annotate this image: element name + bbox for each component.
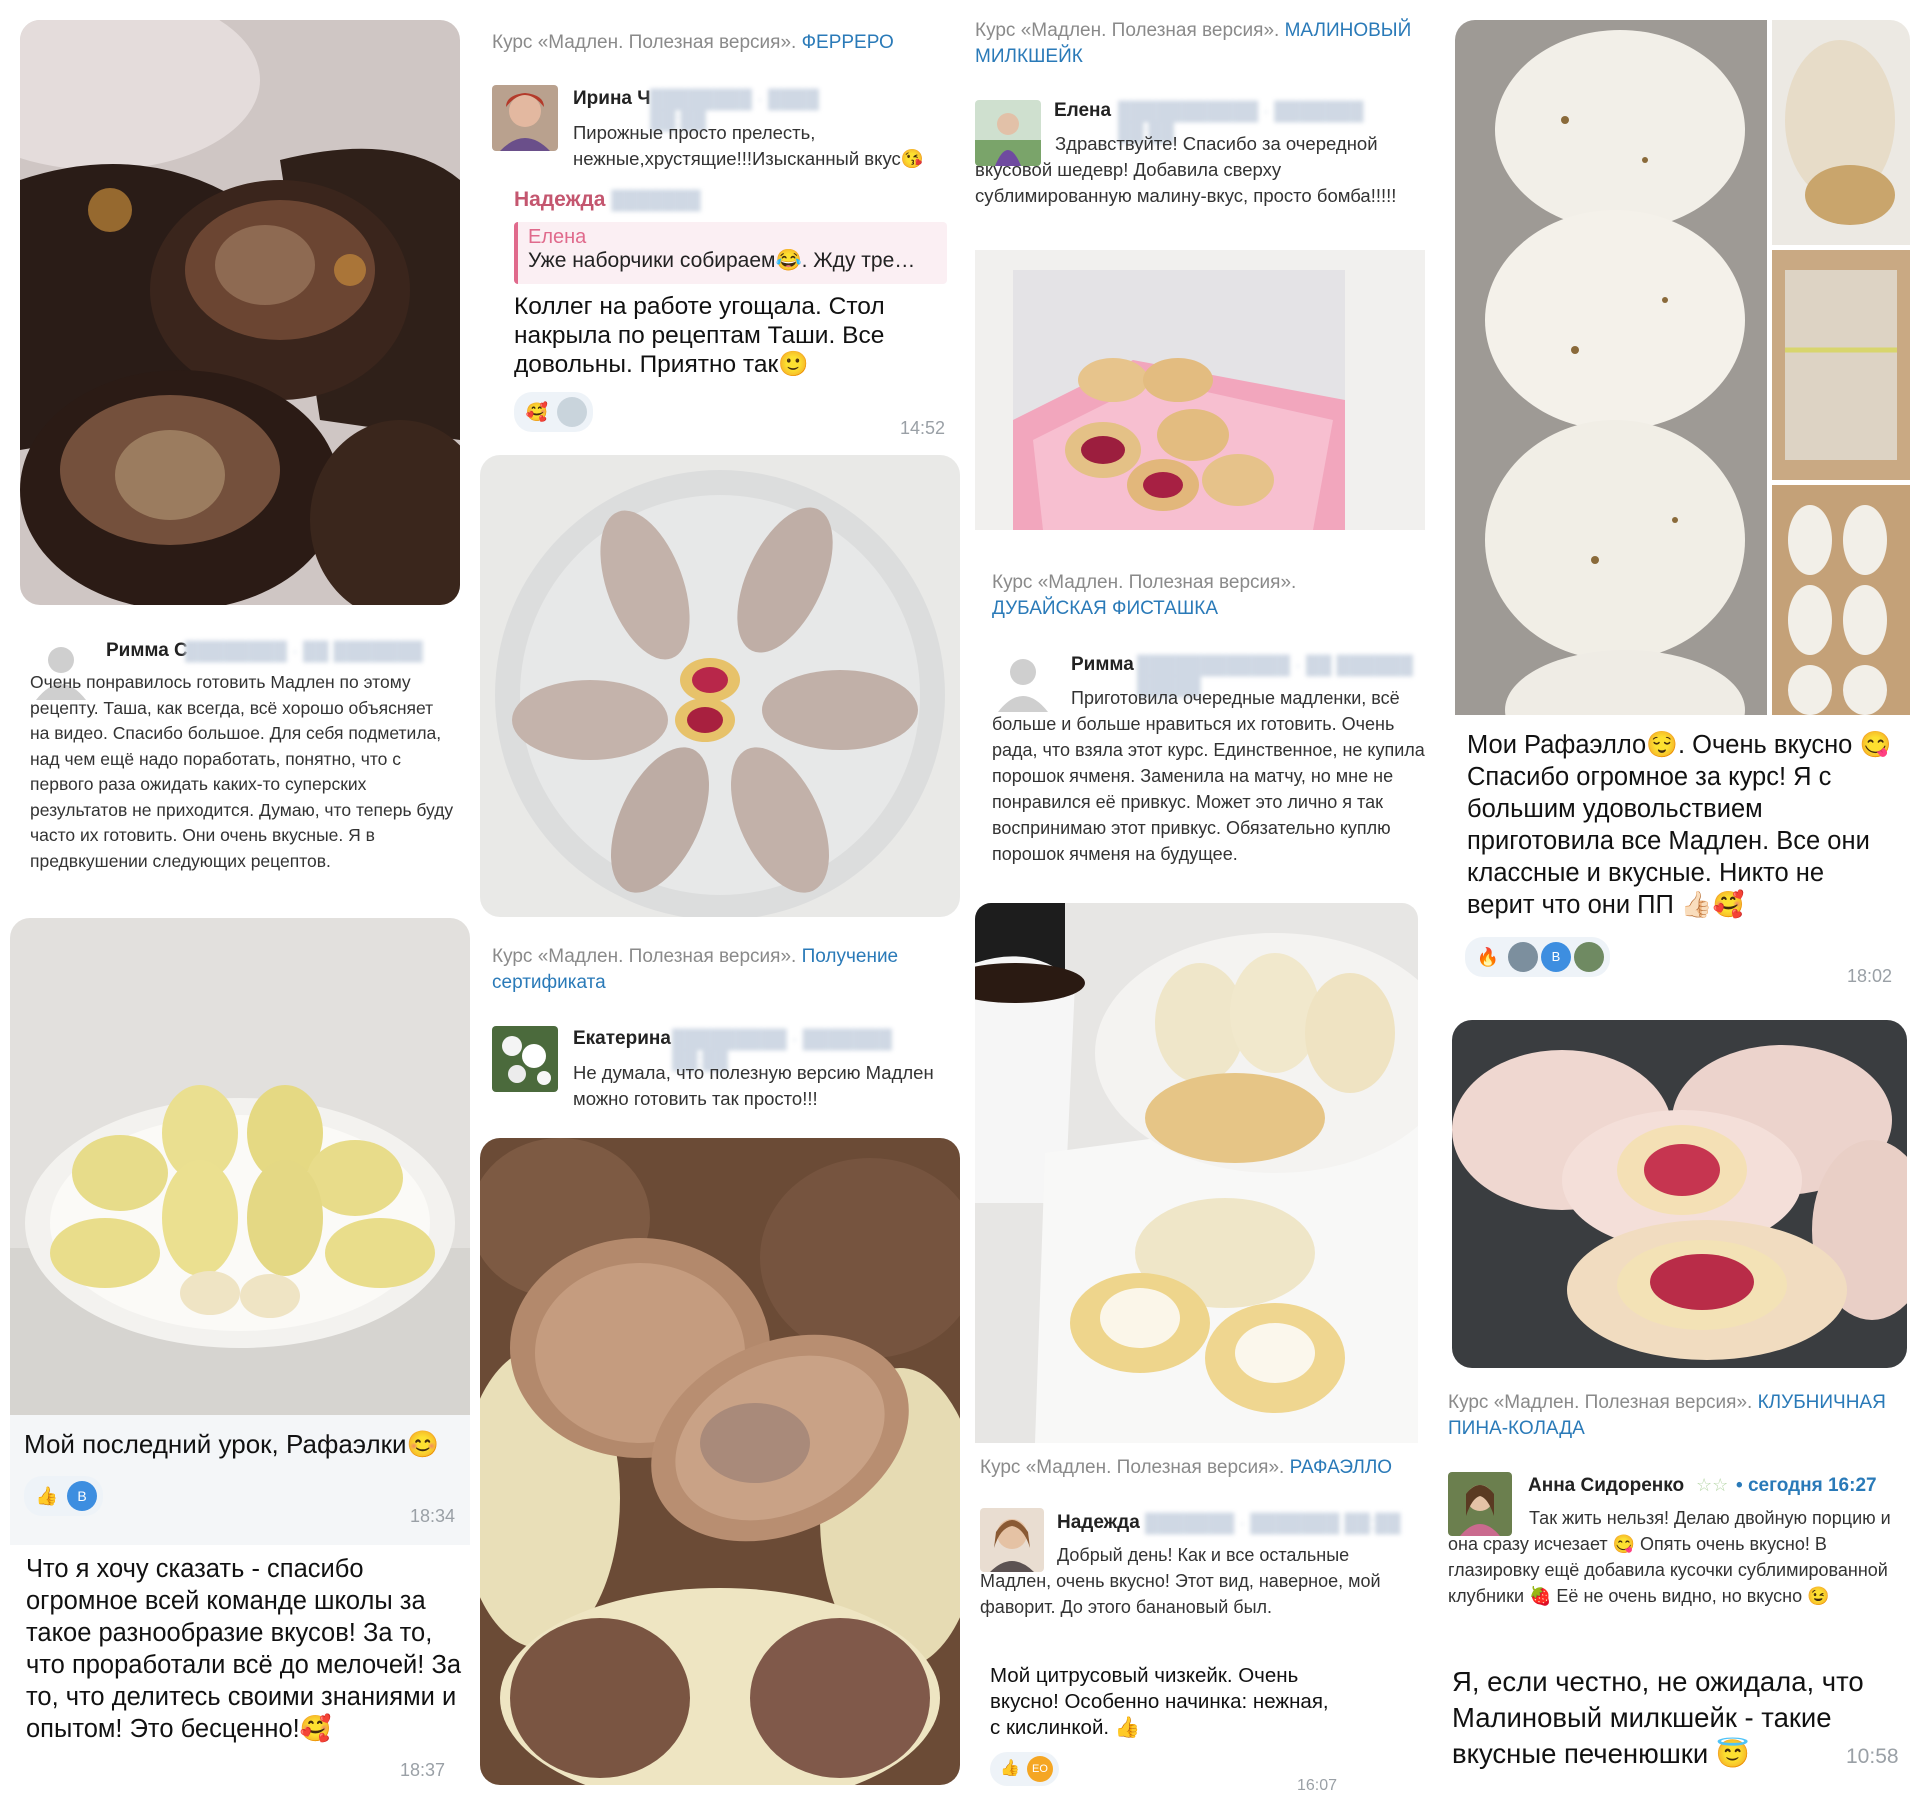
message-time: 14:52 (900, 418, 946, 438)
reactor-badge: ЕО (1027, 1756, 1053, 1782)
author-name: Ирина Ч (573, 88, 651, 109)
author-name: Надежда (1057, 1512, 1140, 1533)
author-name: Екатерина (573, 1028, 671, 1049)
reaction-chip[interactable]: 🔥 В (1465, 937, 1610, 977)
course-prefix: Курс «Мадлен. Полезная версия». (1448, 1392, 1753, 1413)
photo-raspberry-madeleines-plate (480, 455, 960, 917)
chat-message-text: Мои Рафаэлло😌. Очень вкусно 😋Спасибо огр… (1467, 731, 1892, 919)
reply-quote[interactable]: Елена Уже наборчики собираем😂. Жду тре… (514, 222, 947, 284)
chat-message-text: Что я хочу сказать - спасибо огромное вс… (26, 1555, 462, 1743)
reaction-chip[interactable]: 🥰 (514, 392, 593, 432)
author-name: Анна Сидоренко (1528, 1475, 1685, 1496)
review-text: Так жить нельзя! Делаю двойную порцию и … (1448, 1508, 1891, 1606)
author-name: Римма (1071, 654, 1134, 675)
author-surname-blurred: ███████ (611, 190, 701, 210)
reactor-badge: В (1541, 942, 1571, 972)
reaction-chip[interactable]: 👍 ЕО (990, 1752, 1059, 1786)
reaction-bar[interactable]: 🔥 В (1465, 937, 1610, 977)
reaction-emoji: 👍 (35, 1486, 59, 1506)
author-date: • сегодня 16:27 (1736, 1475, 1877, 1496)
author-name: Римма С (106, 640, 188, 661)
author-meta-blurred: ████████ · ██ ███████ (185, 641, 423, 661)
reaction-emoji: 👍 (1000, 1760, 1020, 1777)
reactor-avatar (557, 397, 587, 427)
message-time: 10:58 (1846, 1745, 1899, 1768)
course-prefix: Курс «Мадлен. Полезная версия». (980, 1457, 1285, 1478)
author-meta-blurred: ███████ · ███████ ██:██ (1145, 1513, 1401, 1533)
photo-raspberry-milkshake (1013, 270, 1345, 530)
nadezhda-author-label: Надежда ███████ (514, 188, 701, 212)
reaction-emoji: 🥰 (525, 402, 549, 422)
course-line: Курс «Мадлен. Полезная версия». МАЛИНОВЫ… (975, 18, 1415, 70)
chat-message-text: Коллег на работе угощала. Стол накрыла п… (514, 293, 885, 378)
reaction-bar[interactable]: 👍 ЕО (990, 1752, 1059, 1786)
reaction-emoji: 🔥 (1476, 947, 1500, 967)
course-prefix: Курс «Мадлен. Полезная версия». (992, 572, 1297, 593)
photo-chocolate-white-madeleines (480, 1138, 960, 1785)
review-text: Очень понравилось готовить Мадлен по это… (30, 672, 454, 871)
photo-ferrero-chocolate-madeleines (20, 20, 460, 605)
course-line: Курс «Мадлен. Полезная версия». Получени… (492, 944, 962, 996)
reaction-bar[interactable]: 👍 В (24, 1476, 103, 1516)
message-time: 18:02 (1847, 966, 1893, 986)
chat-author-name: Надежда (514, 188, 606, 211)
review-text: Добрый день! Как и все остальные Мадлен,… (980, 1545, 1381, 1617)
message-time: 18:34 (410, 1506, 456, 1526)
course-line: Курс «Мадлен. Полезная версия». РАФАЭЛЛО (980, 1455, 1420, 1481)
rating-stars-icon: ☆☆ (1696, 1475, 1729, 1495)
chat-message-text: Я, если честно, не ожидала, что Малиновы… (1452, 1666, 1864, 1769)
reactor-badge: В (67, 1481, 97, 1511)
photo-raffaello-white-glazed-madeleines (1455, 20, 1910, 715)
reactor-avatar (1508, 942, 1538, 972)
course-line: Курс «Мадлен. Полезная версия». КЛУБНИЧН… (1448, 1390, 1898, 1442)
review-text: Не думала, что полезную версию Мадлен мо… (573, 1062, 934, 1109)
review-text: Пирожные просто прелесть, нежные,хрустящ… (573, 122, 924, 169)
course-prefix: Курс «Мадлен. Полезная версия». (975, 20, 1280, 41)
reaction-bar[interactable]: 🥰 (514, 392, 593, 432)
course-prefix: Курс «Мадлен. Полезная версия». (492, 946, 797, 967)
review-text: Приготовила очередные мадленки, всё боль… (992, 688, 1425, 864)
photo-raffaello-madeleines-plate (10, 918, 470, 1415)
avatar-irina (492, 85, 558, 151)
review-text: Здравствуйте! Спасибо за очередной вкусо… (975, 133, 1397, 206)
quote-author: Елена (528, 226, 587, 248)
reactor-avatar (1574, 942, 1604, 972)
photo-strawberry-pina-colada-madeleines (1452, 1020, 1907, 1368)
chat-message-text: Мой последний урок, Рафаэлки😊 (24, 1429, 439, 1459)
message-time: 18:37 (400, 1760, 446, 1780)
course-lesson-link[interactable]: ФЕРРЕРО (802, 32, 894, 53)
course-lesson-link[interactable]: ДУБАЙСКАЯ ФИСТАШКА (992, 598, 1218, 619)
avatar-ekaterina (492, 1026, 558, 1092)
course-line: Курс «Мадлен. Полезная версия». ДУБАЙСКА… (992, 570, 1412, 622)
course-line: Курс «Мадлен. Полезная версия». ФЕРРЕРО (492, 30, 962, 56)
course-prefix: Курс «Мадлен. Полезная версия». (492, 32, 797, 53)
reaction-chip[interactable]: 👍 В (24, 1476, 103, 1516)
author-name: Елена (1054, 100, 1112, 121)
quote-text: Уже наборчики собираем😂. Жду тре… (528, 249, 916, 272)
message-time: 16:07 (1297, 1777, 1338, 1794)
photo-citrus-madeleines-coffee (975, 903, 1418, 1443)
comment-date: сегодня 16:27 (1747, 1475, 1877, 1496)
chat-message-text: Мой цитрусовый чизкейк. Очень вкусно! Ос… (990, 1664, 1329, 1739)
course-lesson-link[interactable]: РАФАЭЛЛО (1290, 1457, 1392, 1478)
